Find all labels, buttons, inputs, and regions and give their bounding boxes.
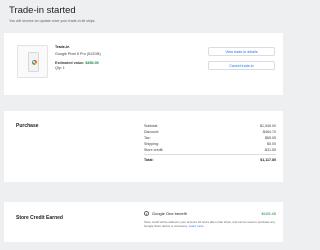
benefit-row: 1 Google One benefit $105.45 (144, 211, 276, 216)
estimated-value: Estimated value: $450.00 (55, 61, 101, 66)
google-logo-icon (31, 59, 37, 65)
purchase-card: Purchase Subtotal: $1,549.00 Discount: -… (4, 111, 283, 182)
google-one-icon: 1 (144, 211, 149, 216)
purchase-title: Purchase (16, 123, 39, 129)
benefit-note-text: Store credit will be added to your accou… (144, 220, 276, 228)
summary-row-total: Total: $1,117.80 (144, 157, 276, 163)
view-tradein-details-button[interactable]: View trade-in details (208, 47, 275, 56)
product-thumbnail (17, 45, 48, 78)
summary-divider (144, 154, 276, 155)
tradein-card: Trade-in Google Pixel 6 Pro (512GB) Esti… (4, 33, 283, 95)
total-label: Total: (144, 157, 154, 162)
tradein-heading: Trade-in (55, 45, 70, 49)
store-credit-card: Store Credit Earned 1 Google One benefit… (4, 202, 283, 242)
summary-value: -$31.55 (263, 148, 276, 152)
benefit-name: Google One benefit (152, 211, 187, 216)
purchase-summary: Subtotal: $1,549.00 Discount: -$464.70 T… (144, 123, 276, 163)
phone-image (28, 52, 39, 72)
estimated-value-label: Estimated value: (55, 60, 85, 65)
page-header: Trade-in started You will receive an upd… (0, 0, 287, 30)
estimated-value-amount: $450.00 (85, 60, 99, 65)
store-credit-title: Store Credit Earned (16, 215, 63, 221)
google-one-benefit: 1 Google One benefit $105.45 Store credi… (144, 211, 276, 228)
learn-more-link[interactable]: Learn more (189, 224, 204, 228)
cancel-tradein-button[interactable]: Cancel trade-in (208, 61, 275, 70)
summary-label: Store credit: (144, 148, 164, 152)
benefit-note: Store credit will be added to your accou… (144, 220, 276, 228)
summary-row-store-credit: Store credit: -$31.55 (144, 147, 276, 153)
page-title: Trade-in started (9, 5, 76, 16)
benefit-value: $105.45 (261, 211, 276, 216)
page-subtitle: You will receive an update once your tra… (9, 19, 95, 23)
total-value: $1,117.80 (260, 157, 276, 162)
tradein-product-name: Google Pixel 6 Pro (512GB) (55, 51, 101, 56)
order-page: Trade-in started You will receive an upd… (0, 0, 287, 250)
benefit-label-group: 1 Google One benefit (144, 211, 187, 216)
tradein-info: Trade-in Google Pixel 6 Pro (512GB) Esti… (55, 45, 101, 71)
tradein-quantity: Qty: 1 (55, 66, 65, 70)
